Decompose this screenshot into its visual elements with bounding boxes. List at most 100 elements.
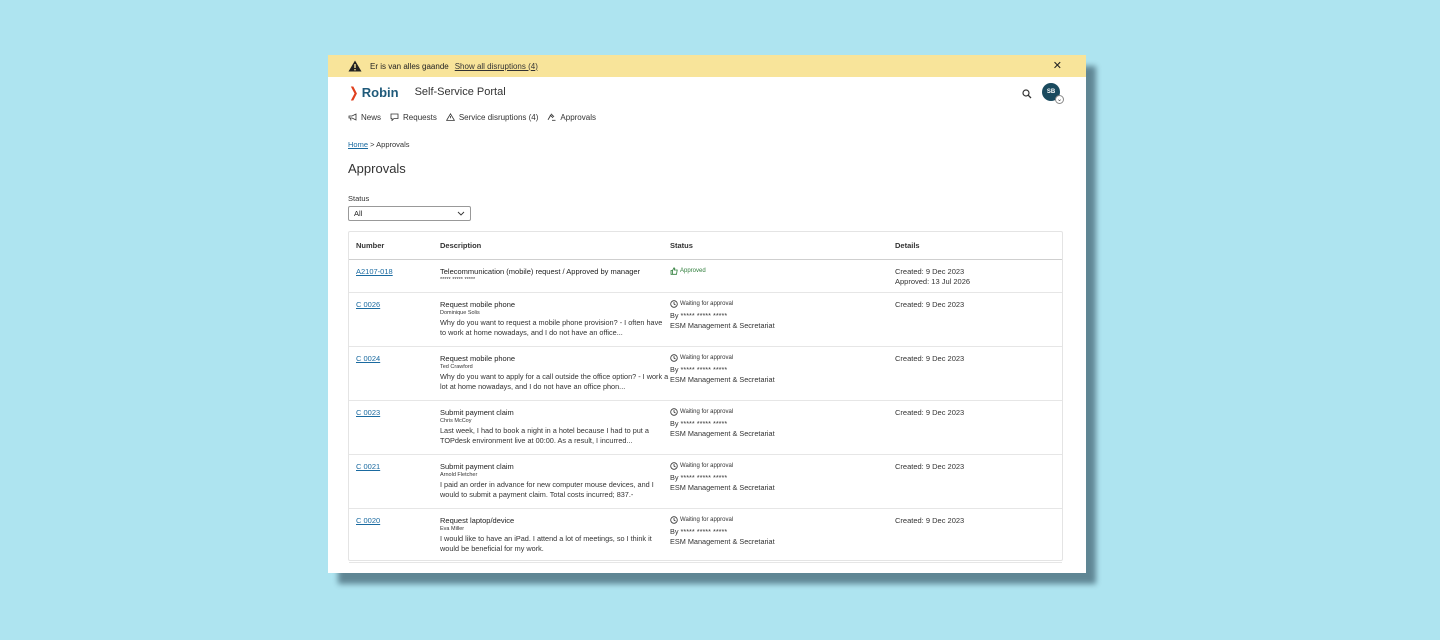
request-title: Request mobile phone: [440, 354, 516, 363]
approver: By ***** ***** *****: [670, 473, 728, 482]
request-number-link[interactable]: C 0024: [356, 354, 380, 363]
logo-text: Robin: [361, 84, 399, 100]
created-date: Created: 9 Dec 2023: [895, 267, 965, 276]
request-number-link[interactable]: C 0026: [356, 300, 380, 309]
request-title: Submit payment claim: [440, 408, 514, 417]
show-disruptions-link[interactable]: Show all disruptions (4): [455, 62, 538, 71]
status-badge: Approved: [670, 267, 895, 275]
created-date: Created: 9 Dec 2023: [895, 354, 965, 363]
breadcrumb-home-link[interactable]: Home: [348, 140, 368, 149]
gavel-icon: [548, 113, 556, 121]
table-header: Number Description Status Details: [349, 232, 1062, 260]
chevron-down-icon: ⌄: [1055, 95, 1064, 104]
table-row[interactable]: C 0026 Request mobile phone Dominique So…: [349, 293, 1062, 347]
column-header-status[interactable]: Status: [670, 241, 895, 250]
request-description: Why do you want to apply for a call outs…: [440, 372, 669, 391]
status-badge: Waiting for approval: [670, 408, 895, 416]
column-header-description[interactable]: Description: [440, 241, 670, 250]
portal-window: Er is van alles gaande Show all disrupti…: [328, 55, 1086, 573]
table-row[interactable]: C 0020 Request laptop/device Eva Miller …: [349, 509, 1062, 563]
nav-item-approvals[interactable]: Approvals: [547, 113, 596, 122]
request-number-link[interactable]: C 0021: [356, 462, 380, 471]
request-description: Why do you want to request a mobile phon…: [440, 318, 663, 337]
disruption-banner: Er is van alles gaande Show all disrupti…: [328, 55, 1086, 77]
request-person: Chris McCoy: [440, 418, 472, 424]
request-person: Dominique Solis: [440, 310, 480, 316]
request-description: Last week, I had to book a night in a ho…: [440, 426, 649, 445]
request-number-link[interactable]: C 0023: [356, 408, 380, 417]
nav-label: Service disruptions (4): [458, 112, 539, 122]
request-person: Eva Miller: [440, 526, 465, 532]
status-text: Waiting for approval: [680, 463, 734, 469]
status-text: Approved: [680, 268, 706, 274]
clock-icon: [670, 408, 678, 416]
approver: By ***** ***** *****: [670, 527, 728, 536]
warning-icon: [445, 113, 455, 121]
thumbs-up-icon: [670, 267, 678, 275]
status-badge: Waiting for approval: [670, 300, 895, 308]
column-header-details[interactable]: Details: [895, 241, 1055, 250]
status-badge: Waiting for approval: [670, 354, 895, 362]
page-title: Approvals: [348, 161, 406, 176]
warning-icon: [348, 60, 362, 72]
status-text: Waiting for approval: [680, 301, 734, 307]
request-person: ***** ***** *****: [440, 277, 476, 283]
request-title: Request laptop/device: [440, 516, 515, 525]
chevron-right-icon: ❯: [349, 83, 359, 100]
approver: By ***** ***** *****: [670, 311, 728, 320]
approvals-table: Number Description Status Details A2107-…: [348, 231, 1063, 563]
status-badge: Waiting for approval: [670, 462, 895, 470]
avatar[interactable]: SB ⌄: [1042, 83, 1064, 104]
column-header-number[interactable]: Number: [349, 241, 440, 250]
request-title: Telecommunication (mobile) request / App…: [440, 267, 641, 276]
request-title: Submit payment claim: [440, 462, 514, 471]
nav-label: Requests: [403, 112, 437, 122]
approver: By ***** ***** *****: [670, 419, 728, 428]
avatar-initials: SB: [1046, 89, 1056, 95]
request-description: I would like to have an iPad. I attend a…: [440, 534, 652, 553]
request-number-link[interactable]: C 0020: [356, 516, 380, 525]
banner-message: Er is van alles gaande: [370, 61, 449, 71]
request-person: Arnold Fletcher: [440, 472, 478, 478]
created-date: Created: 9 Dec 2023: [895, 462, 965, 471]
table-row[interactable]: C 0021 Submit payment claim Arnold Fletc…: [349, 455, 1062, 509]
approver-department: ESM Management & Secretariat: [670, 483, 775, 492]
request-person: Ted Crawford: [440, 364, 473, 370]
nav-label: News: [361, 112, 382, 122]
status-text: Waiting for approval: [680, 517, 734, 523]
breadcrumb-separator: >: [370, 140, 375, 149]
request-title: Request mobile phone: [440, 300, 516, 309]
breadcrumb: Home > Approvals: [348, 140, 410, 149]
table-row[interactable]: A2107-018 Telecommunication (mobile) req…: [349, 260, 1062, 293]
top-bar: ❯ Robin Self-Service Portal SB ⌄: [328, 77, 1086, 107]
search-icon[interactable]: [1022, 86, 1032, 104]
clock-icon: [670, 462, 678, 470]
chat-icon: [390, 113, 399, 121]
clock-icon: [670, 354, 678, 362]
created-date: Created: 9 Dec 2023: [895, 516, 965, 525]
breadcrumb-current: Approvals: [376, 140, 410, 149]
approver-department: ESM Management & Secretariat: [670, 537, 775, 546]
clock-icon: [670, 516, 678, 524]
created-date: Created: 9 Dec 2023: [895, 408, 965, 417]
status-filter-label: Status: [348, 194, 370, 203]
nav-item-requests[interactable]: Requests: [390, 113, 437, 122]
status-filter-select[interactable]: All: [348, 206, 471, 221]
status-badge: Waiting for approval: [670, 516, 895, 524]
request-description: I paid an order in advance for new compu…: [440, 480, 654, 499]
table-row[interactable]: C 0023 Submit payment claim Chris McCoy …: [349, 401, 1062, 455]
megaphone-icon: [348, 113, 357, 121]
close-icon[interactable]: ✕: [1053, 59, 1062, 72]
table-row[interactable]: C 0024 Request mobile phone Ted Crawford…: [349, 347, 1062, 401]
status-text: Waiting for approval: [680, 355, 734, 361]
nav-item-news[interactable]: News: [348, 113, 381, 122]
approver-department: ESM Management & Secretariat: [670, 375, 775, 384]
robin-logo[interactable]: ❯ Robin: [348, 83, 399, 101]
approver-department: ESM Management & Secretariat: [670, 321, 775, 330]
request-number-link[interactable]: A2107-018: [356, 267, 393, 276]
clock-icon: [670, 300, 678, 308]
approver-department: ESM Management & Secretariat: [670, 429, 775, 438]
nav-item-service-disruptions[interactable]: Service disruptions (4): [445, 112, 539, 122]
main-nav: News Requests Service disruptions (4) Ap…: [328, 107, 1086, 127]
approver: By ***** ***** *****: [670, 365, 728, 374]
